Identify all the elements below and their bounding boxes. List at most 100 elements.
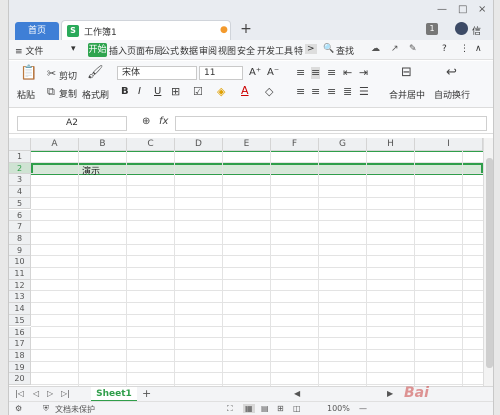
select-all-corner[interactable] xyxy=(9,138,31,151)
menu-search[interactable]: 查找 xyxy=(336,44,354,57)
sheet-tab-sheet1[interactable]: Sheet1 xyxy=(91,387,137,402)
new-tab-button[interactable]: + xyxy=(237,20,255,38)
cell-b2[interactable]: 演示 xyxy=(82,164,100,177)
menu-special[interactable]: 特 xyxy=(294,44,303,57)
user-name[interactable]: 信 xyxy=(472,24,481,37)
row-header[interactable]: 12 xyxy=(9,279,31,292)
underline-button[interactable]: U xyxy=(154,86,161,97)
align-left-icon[interactable]: ≡ xyxy=(296,86,305,98)
search-icon[interactable]: 🔍 xyxy=(323,44,334,54)
menu-developer[interactable]: 开发工具 xyxy=(257,44,293,57)
column-header[interactable]: F xyxy=(271,138,319,151)
row-header[interactable]: 17 xyxy=(9,338,31,350)
italic-button[interactable]: I xyxy=(138,86,141,97)
comment-icon[interactable]: ✎ xyxy=(409,44,417,54)
row-header[interactable]: 2 xyxy=(9,162,31,175)
cut-button[interactable]: 剪切 xyxy=(59,69,77,82)
paste-button-label[interactable]: 粘贴 xyxy=(17,88,35,101)
menu-view[interactable]: 视图 xyxy=(218,44,236,57)
add-sheet-button[interactable]: + xyxy=(142,387,151,400)
menu-data[interactable]: 数据 xyxy=(180,44,198,57)
row-header[interactable]: 18 xyxy=(9,349,31,362)
name-box[interactable]: A2 xyxy=(17,116,127,131)
tab-document[interactable]: S 工作簿1 ● xyxy=(61,20,231,40)
menu-file[interactable]: ≡ 文件 xyxy=(15,44,43,57)
copy-icon[interactable]: ⧉ xyxy=(47,86,55,98)
zoom-cell-icon[interactable]: ⊕ xyxy=(142,116,150,127)
merge-center-icon[interactable]: ⊟ xyxy=(401,66,412,79)
menu-page-layout[interactable]: 页面布局 xyxy=(127,44,163,57)
column-header[interactable]: D xyxy=(175,138,223,151)
align-top-icon[interactable]: ≡ xyxy=(296,67,305,79)
formula-input[interactable] xyxy=(175,116,487,131)
menu-formulas[interactable]: 公式 xyxy=(161,44,179,57)
row-header[interactable]: 11 xyxy=(9,268,31,280)
menu-more-button[interactable]: > xyxy=(305,44,317,54)
protection-status[interactable]: 文档未保护 xyxy=(55,404,95,415)
menu-review[interactable]: 审阅 xyxy=(199,44,217,57)
reading-mode-icon[interactable]: ◫ xyxy=(293,404,301,413)
fill-color-icon[interactable]: ◈ xyxy=(217,86,225,98)
format-painter-button[interactable]: 格式刷 xyxy=(82,88,109,101)
normal-view-icon[interactable]: ▦ xyxy=(243,404,255,413)
indent-left-icon[interactable]: ⇤ xyxy=(343,67,352,79)
share-icon[interactable]: ↗ xyxy=(391,44,399,54)
row-header[interactable]: 4 xyxy=(9,186,31,198)
row-header[interactable]: 14 xyxy=(9,303,31,315)
status-settings-icon[interactable]: ⚙ xyxy=(15,404,22,413)
font-name-select[interactable]: 宋体 xyxy=(117,66,197,80)
row-header[interactable]: 5 xyxy=(9,197,31,210)
menu-insert[interactable]: 插入 xyxy=(109,44,127,57)
tab-home[interactable]: 首页 xyxy=(15,22,59,40)
font-size-select[interactable]: 11 xyxy=(199,66,243,80)
avatar[interactable] xyxy=(455,22,468,35)
zoom-out-button[interactable]: — xyxy=(359,404,367,413)
column-header[interactable]: C xyxy=(127,138,175,151)
paste-icon[interactable]: 📋 xyxy=(20,66,37,80)
row-header[interactable]: 9 xyxy=(9,244,31,257)
sheet-nav-first-icon[interactable]: |◁ xyxy=(15,389,24,398)
menu-home[interactable]: 开始 xyxy=(88,43,107,57)
wrap-text-icon[interactable]: ↩ xyxy=(446,66,457,79)
cell-style-icon[interactable]: ☑ xyxy=(193,86,203,98)
sheet-nav-next-icon[interactable]: ▷ xyxy=(47,389,53,398)
grow-font-button[interactable]: A⁺ xyxy=(249,67,261,78)
zoom-level[interactable]: 100% xyxy=(327,404,350,413)
page-break-view-icon[interactable]: ⊞ xyxy=(277,404,284,413)
justify-icon[interactable]: ≣ xyxy=(343,86,352,98)
minimize-button[interactable]: — xyxy=(437,4,447,15)
vertical-scrollbar[interactable] xyxy=(483,138,493,386)
align-bottom-icon[interactable]: ≡ xyxy=(327,67,336,79)
row-header[interactable]: 10 xyxy=(9,256,31,268)
row-header[interactable]: 7 xyxy=(9,221,31,233)
fx-icon[interactable]: fx xyxy=(159,116,168,127)
hscroll-left-icon[interactable]: ◀ xyxy=(294,389,300,398)
align-right-icon[interactable]: ≡ xyxy=(327,86,336,98)
cut-icon[interactable]: ✂ xyxy=(47,68,56,80)
borders-icon[interactable]: ⊞ xyxy=(171,86,180,98)
cloud-icon[interactable]: ☁ xyxy=(371,44,380,54)
hscroll-right-icon[interactable]: ▶ xyxy=(387,389,393,398)
spreadsheet-grid[interactable]: A B C D E F G H I 1 2 3 4 5 6 7 8 9 10 11 12 13 14 15 16 17 18 19 20… xyxy=(9,138,483,386)
font-color-icon[interactable]: A xyxy=(241,85,249,97)
page-layout-view-icon[interactable]: ▤ xyxy=(261,404,269,413)
menu-dropdown-icon[interactable]: ▾ xyxy=(71,44,76,54)
column-header[interactable]: B xyxy=(79,138,127,151)
menu-security[interactable]: 安全 xyxy=(237,44,255,57)
scrollbar-thumb[interactable] xyxy=(486,158,493,368)
distribute-icon[interactable]: ☰ xyxy=(359,86,369,98)
align-center-icon[interactable]: ≡ xyxy=(311,86,320,98)
help-button[interactable]: ? xyxy=(442,44,447,54)
row-header[interactable]: 16 xyxy=(9,326,31,339)
wrap-text-button[interactable]: 自动换行 xyxy=(434,88,470,101)
sheet-nav-last-icon[interactable]: ▷| xyxy=(61,389,70,398)
row-header[interactable]: 3 xyxy=(9,174,31,187)
row-header[interactable]: 15 xyxy=(9,314,31,327)
indent-right-icon[interactable]: ⇥ xyxy=(359,67,368,79)
row-header[interactable]: 8 xyxy=(9,232,31,245)
collapse-ribbon-icon[interactable]: ∧ xyxy=(475,44,482,54)
row-header[interactable]: 1 xyxy=(9,151,31,163)
close-window-button[interactable]: × xyxy=(478,4,486,15)
more-options-icon[interactable]: ⋮ xyxy=(460,44,469,54)
column-header[interactable]: E xyxy=(223,138,271,151)
